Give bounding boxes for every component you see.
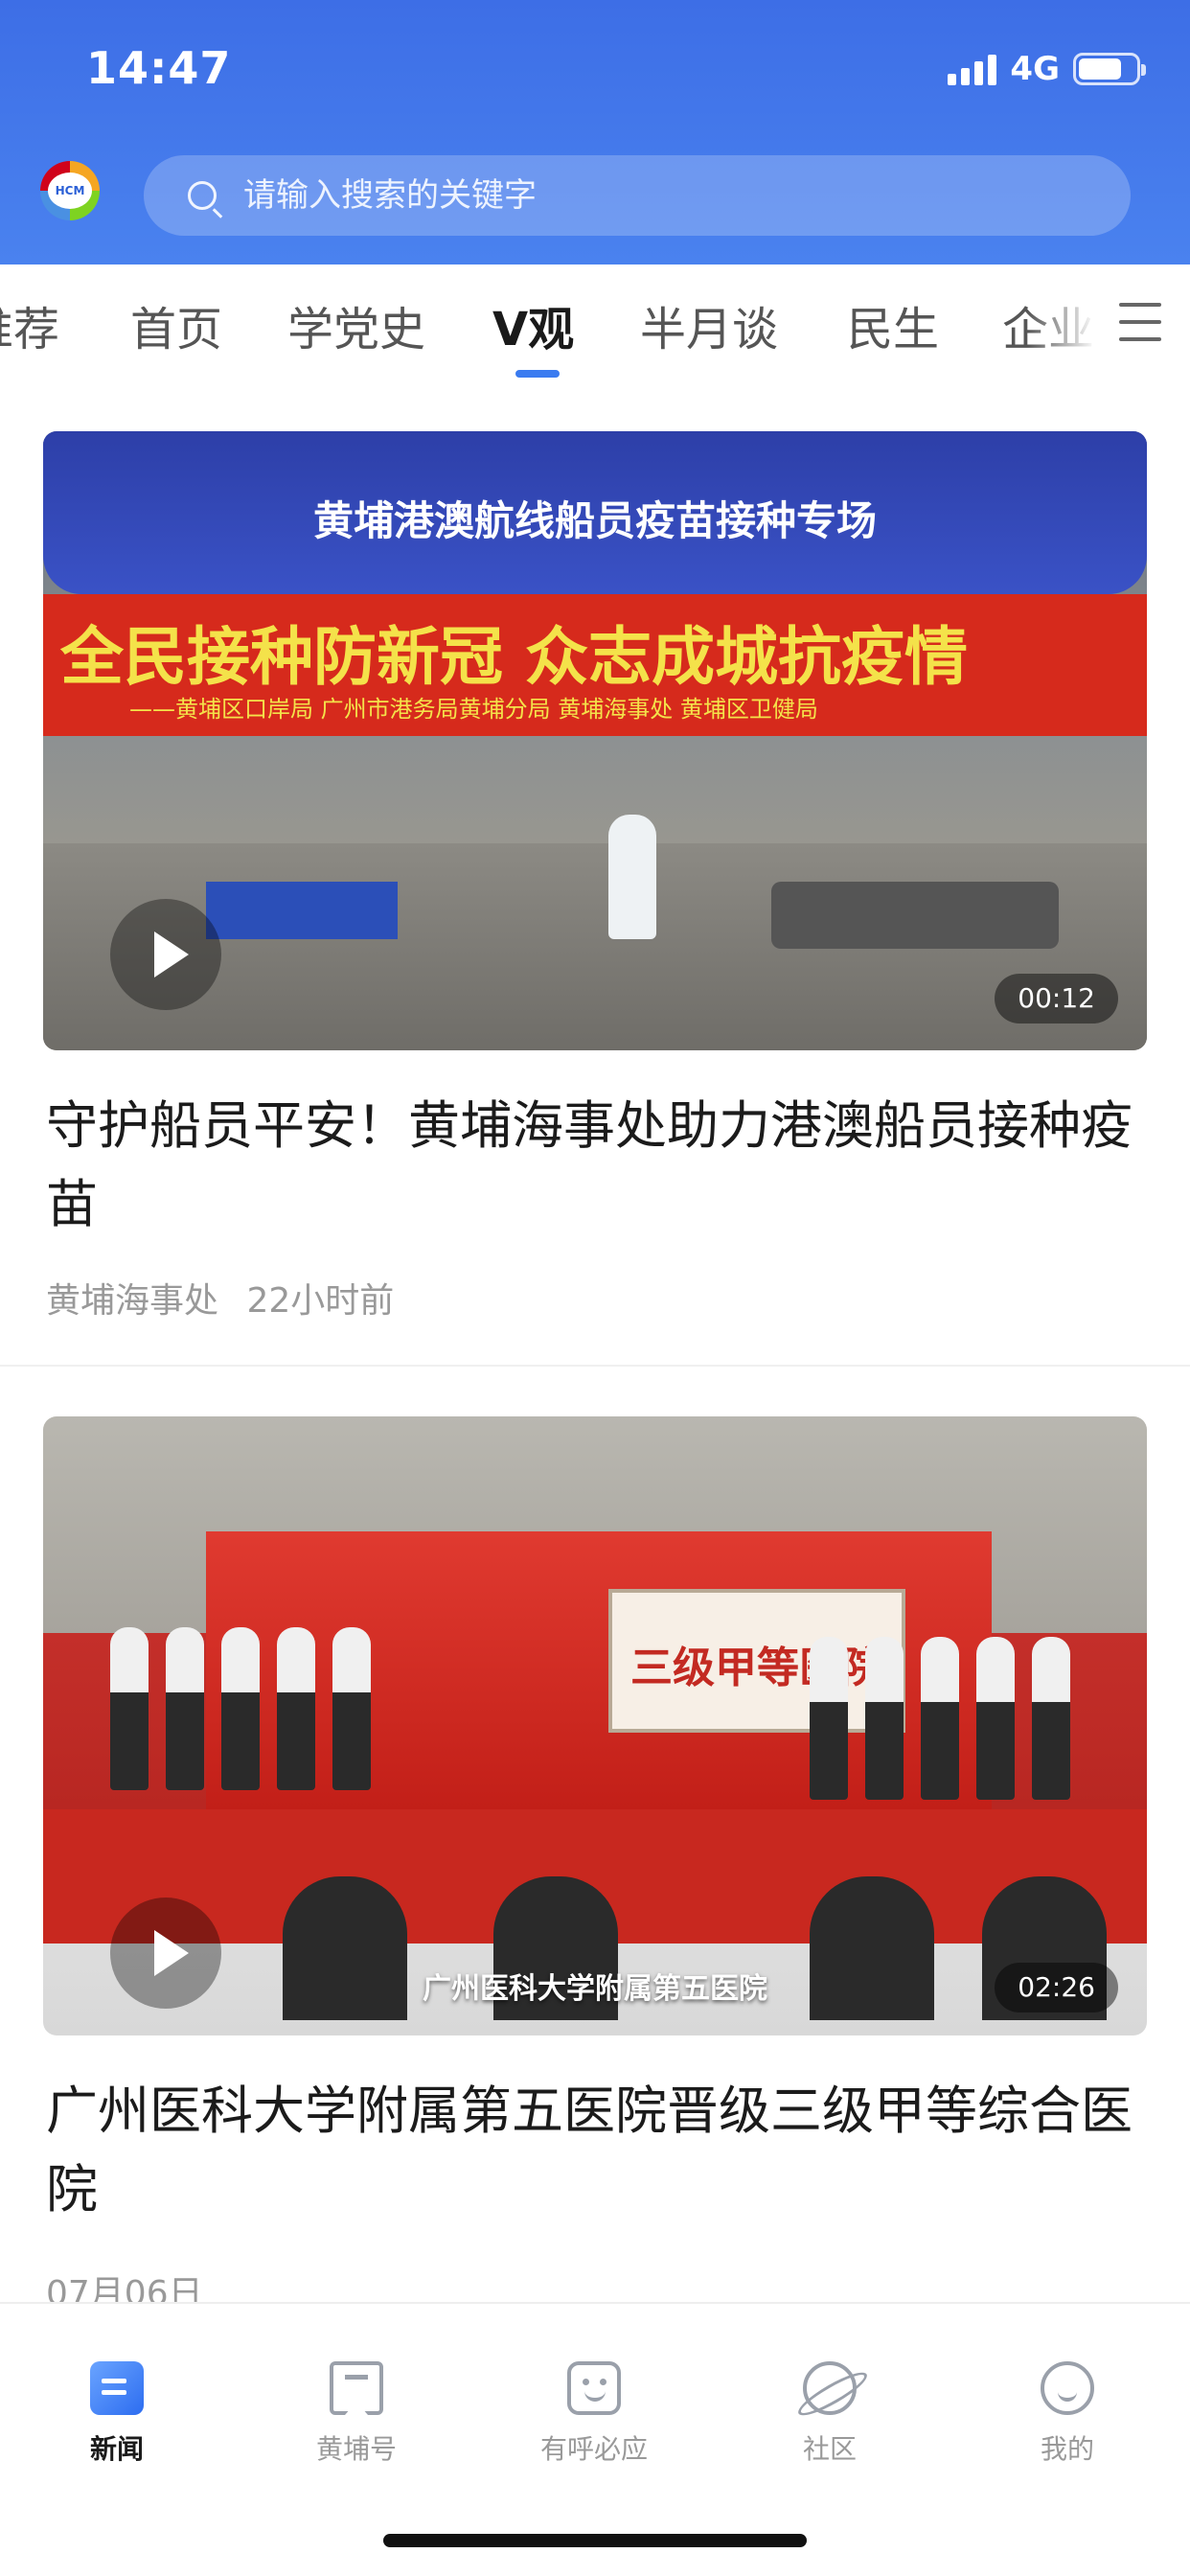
active-tab-indicator <box>515 370 560 378</box>
nav-label: 有呼必应 <box>539 2433 648 2465</box>
video-duration: 00:12 <box>995 974 1118 1024</box>
red-banner: 全民接种防新冠 众志成城抗疫情 ——黄埔区口岸局 广州市港务局黄埔分局 黄埔海事… <box>43 594 1147 736</box>
category-tabs: 推荐 首页 学党史 V观 半月谈 民生 企业 <box>0 264 1190 389</box>
video-duration: 02:26 <box>995 1963 1118 2012</box>
news-card[interactable]: 黄埔港澳航线船员疫苗接种专场 全民接种防新冠 众志成城抗疫情 ——黄埔区口岸局 … <box>0 389 1190 1367</box>
tab-recommend[interactable]: 推荐 <box>0 291 59 358</box>
nav-label: 黄埔号 <box>315 2433 397 2465</box>
search-input[interactable] <box>243 176 1010 215</box>
nav-label: 我的 <box>1040 2433 1094 2465</box>
play-icon[interactable] <box>110 899 221 1010</box>
news-card[interactable]: 三级甲等医院 广州医科大学附属第五医院 02:26 广州医科大学附属第五医院晋级… <box>0 1367 1190 2313</box>
nav-huangpu-account[interactable]: 黄埔号 <box>280 2361 433 2467</box>
tab-biweekly-talk[interactable]: 半月谈 <box>640 291 778 358</box>
banner-sub-text: ——黄埔区口岸局 广州市港务局黄埔分局 黄埔海事处 黄埔区卫健局 <box>129 696 818 723</box>
crowd <box>771 882 1059 949</box>
officials-left <box>110 1627 398 1800</box>
network-type: 4G <box>1010 50 1060 88</box>
nav-label: 社区 <box>802 2433 857 2465</box>
news-icon <box>90 2361 144 2415</box>
signal-icon <box>948 53 997 85</box>
tab-livelihood[interactable]: 民生 <box>847 291 939 358</box>
nav-label: 新闻 <box>89 2433 144 2465</box>
status-time: 14:47 <box>86 42 232 94</box>
header: 14:47 4G HCM <box>0 0 1190 264</box>
tabs-fade <box>1027 264 1113 380</box>
nav-mine[interactable]: 我的 <box>991 2361 1144 2467</box>
banner-main-text: 全民接种防新冠 众志成城抗疫情 <box>60 620 968 694</box>
news-source: 黄埔海事处 <box>46 1281 219 1321</box>
app-logo[interactable]: HCM <box>40 161 100 220</box>
status-indicators: 4G <box>948 50 1146 88</box>
home-indicator[interactable] <box>383 2534 807 2547</box>
tab-v-view[interactable]: V观 <box>492 291 574 358</box>
tables <box>206 882 398 939</box>
nav-response[interactable]: 有呼必应 <box>517 2361 671 2467</box>
tent-roof: 黄埔港澳航线船员疫苗接种专场 <box>43 431 1147 594</box>
video-thumbnail[interactable]: 黄埔港澳航线船员疫苗接种专场 全民接种防新冠 众志成城抗疫情 ——黄埔区口岸局 … <box>43 431 1147 1050</box>
news-time: 22小时前 <box>246 1281 395 1321</box>
search-bar[interactable] <box>144 155 1131 236</box>
tent-sign-text: 黄埔港澳航线船员疫苗接种专场 <box>312 497 877 544</box>
nav-news[interactable]: 新闻 <box>40 2361 194 2467</box>
play-icon[interactable] <box>110 1898 221 2009</box>
menu-icon[interactable] <box>1119 303 1161 341</box>
app-screen: 14:47 4G HCM 推荐 首页 学党史 V观 半月谈 民生 企业 <box>0 0 1190 2576</box>
video-thumbnail[interactable]: 三级甲等医院 广州医科大学附属第五医院 02:26 <box>43 1416 1147 2036</box>
officials-right <box>810 1637 1126 1809</box>
nav-community[interactable]: 社区 <box>753 2361 906 2467</box>
search-icon <box>188 181 217 210</box>
bookmark-icon <box>330 2361 383 2415</box>
news-title[interactable]: 守护船员平安！黄埔海事处助力港澳船员接种疫苗 <box>46 1087 1148 1244</box>
app-logo-text: HCM <box>48 172 92 209</box>
news-meta: 黄埔海事处 22小时前 <box>46 1273 394 1322</box>
tab-home[interactable]: 首页 <box>130 291 222 358</box>
worker-figure <box>608 815 656 939</box>
smile-icon <box>1041 2361 1094 2415</box>
face-icon <box>567 2361 621 2415</box>
battery-icon <box>1073 53 1146 85</box>
news-title[interactable]: 广州医科大学附属第五医院晋级三级甲等综合医院 <box>46 2072 1148 2229</box>
tab-party-history[interactable]: 学党史 <box>287 291 425 358</box>
planet-icon <box>803 2361 857 2415</box>
